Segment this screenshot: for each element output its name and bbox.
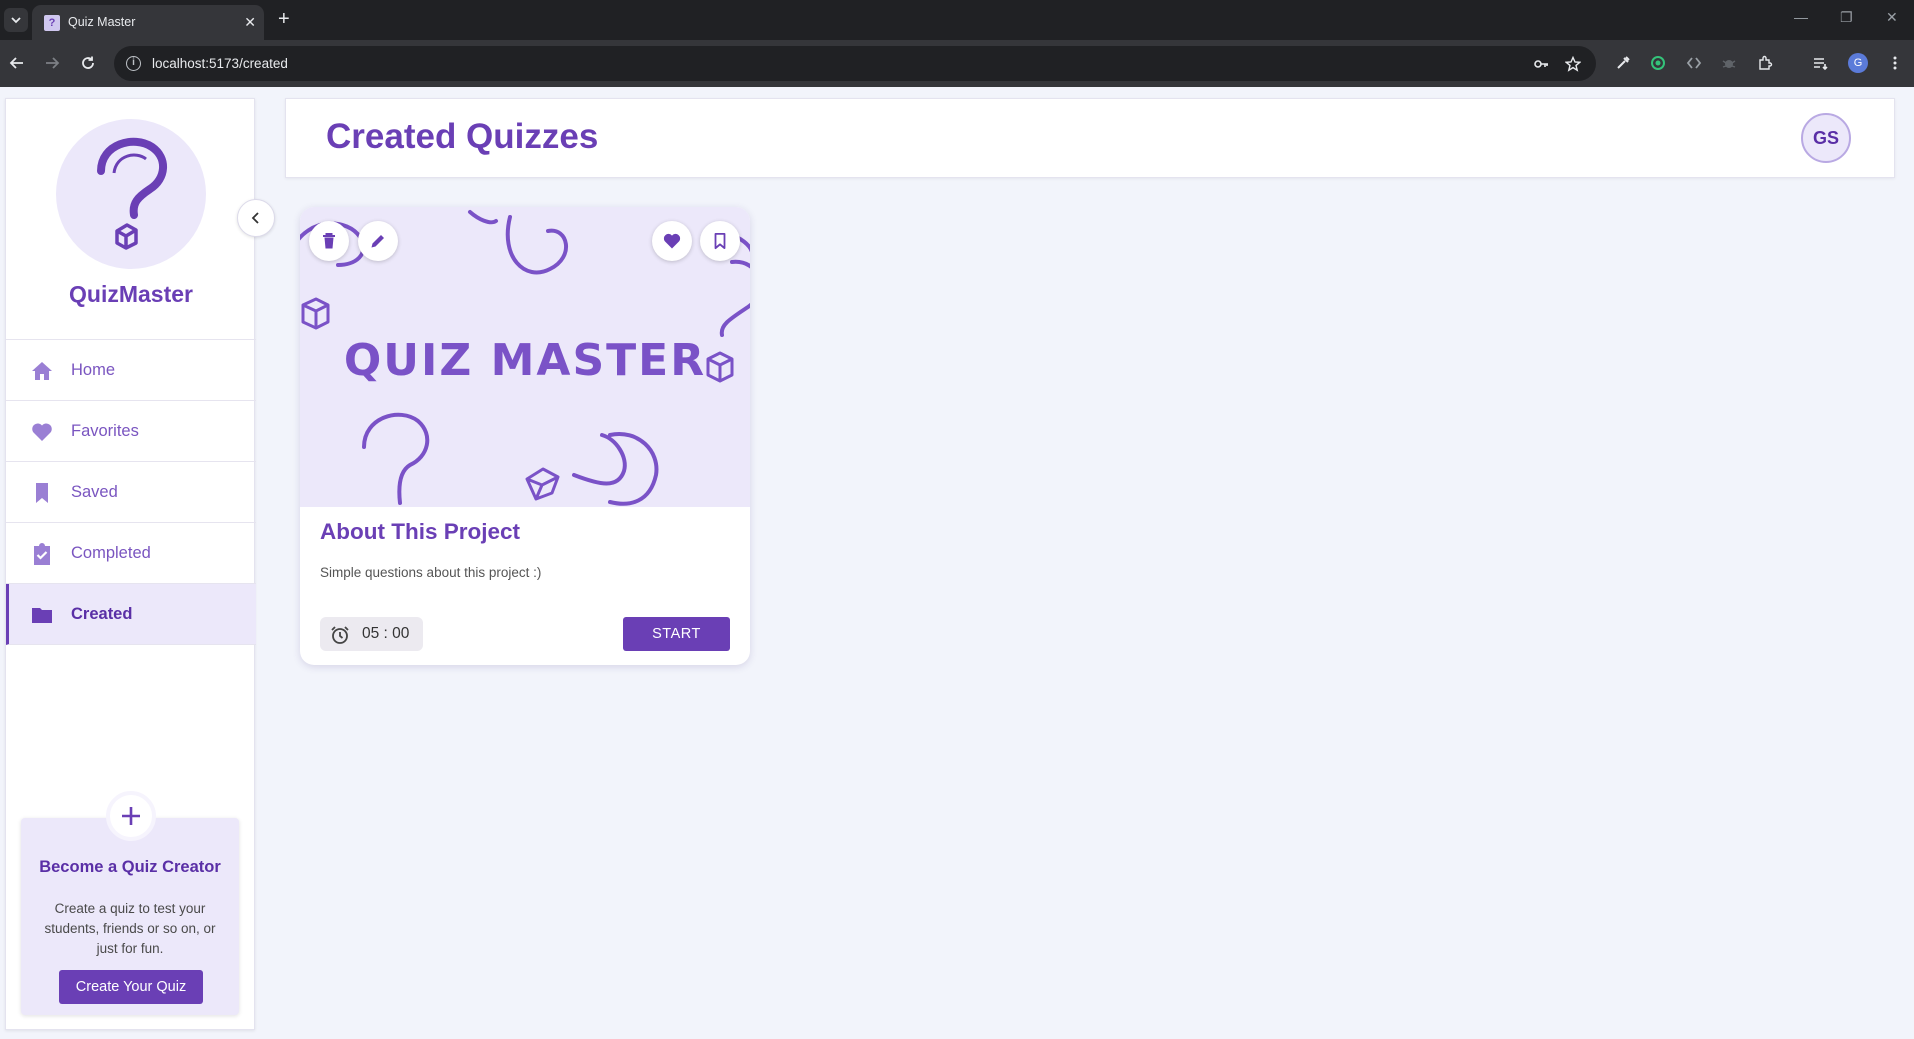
bookmark-outline-icon [714,232,726,250]
forward-button[interactable] [42,53,62,73]
creator-card-title: Become a Quiz Creator [39,858,221,876]
quiz-timer-value: 05 : 00 [362,625,410,642]
password-key-icon[interactable] [1532,55,1550,73]
chevron-left-icon [251,212,259,224]
new-tab-button[interactable]: + [278,8,290,30]
arrow-left-icon [9,57,23,69]
creator-card-description: Create a quiz to test your students, fri… [44,901,216,956]
sidebar-nav: Home Favorites Saved Completed Created [6,339,256,645]
tab-title: Quiz Master [68,15,136,29]
chevron-down-icon [11,17,21,24]
delete-quiz-button[interactable] [309,221,349,261]
green-circle-extension-icon[interactable] [1648,53,1668,73]
arrow-right-icon [46,57,60,69]
reading-list-icon[interactable] [1810,53,1830,73]
quiz-card-banner: QUIZ MASTER [343,335,707,386]
page-title: Created Quizzes [326,117,599,156]
window-close-icon[interactable]: ✕ [1886,9,1898,26]
browser-profile-avatar[interactable]: G [1848,53,1868,73]
url-text[interactable]: localhost:5173/created [152,56,288,71]
sidebar: QuizMaster Home Favorites Saved Complete… [5,98,256,1030]
back-button[interactable] [7,53,27,73]
trash-icon [323,233,335,249]
restore-icon[interactable]: ❐ [1840,9,1853,26]
app-logo[interactable] [56,119,206,269]
alarm-clock-icon [331,626,349,644]
plus-icon [122,807,140,825]
save-quiz-button[interactable] [700,221,740,261]
sidebar-item-label: Favorites [71,422,139,440]
extensions-puzzle-icon[interactable] [1755,53,1775,73]
minimize-icon[interactable]: — [1794,9,1808,25]
become-creator-card: Become a Quiz Creator Create a quiz to t… [21,818,239,1015]
tab-close-icon[interactable]: ✕ [244,14,256,30]
browser-tab-strip: ? Quiz Master ✕ + — ❐ ✕ [0,0,1914,40]
question-mark-logo-icon [97,137,167,250]
create-quiz-button[interactable]: Create Your Quiz [59,970,203,1004]
sidebar-item-home[interactable]: Home [6,340,256,401]
favicon-icon: ? [44,15,60,31]
favorite-quiz-button[interactable] [652,221,692,261]
edit-quiz-button[interactable] [358,221,398,261]
browser-menu-icon[interactable] [1885,53,1905,73]
sidebar-item-label: Saved [71,483,118,501]
sidebar-item-label: Created [71,605,133,623]
tab-search-button[interactable] [4,8,28,32]
eyedropper-extension-icon[interactable] [1613,53,1633,73]
quiz-card-title: About This Project [320,519,521,544]
sidebar-item-favorites[interactable]: Favorites [6,401,256,462]
browser-tab[interactable]: ? Quiz Master ✕ [32,5,264,40]
sidebar-collapse-button[interactable] [237,199,275,237]
sidebar-item-created[interactable]: Created [6,584,256,645]
pencil-icon [371,235,384,248]
start-quiz-button[interactable]: START [623,617,730,651]
quiz-card-description: Simple questions about this project :) [320,565,542,580]
bookmark-icon [36,483,48,503]
user-avatar[interactable]: GS [1801,113,1851,163]
bug-extension-icon[interactable] [1719,53,1739,73]
app-name: QuizMaster [69,281,193,307]
creator-plus-badge [106,791,156,841]
reload-icon [82,56,94,69]
heart-icon [32,423,52,441]
sidebar-item-completed[interactable]: Completed [6,523,256,584]
reload-button[interactable] [78,53,98,73]
heart-icon [663,233,681,249]
sidebar-item-label: Completed [71,544,151,562]
quiz-timer: 05 : 00 [320,617,423,651]
folder-icon [32,608,52,623]
site-info-icon[interactable]: i [126,56,141,71]
sidebar-item-label: Home [71,361,116,379]
page-header: Created Quizzes GS [285,98,1895,178]
address-bar[interactable]: i localhost:5173/created [114,46,1596,81]
quiz-card: QUIZ MASTER About This Project Simple qu… [300,207,750,665]
clipboard-check-icon [34,543,50,565]
home-icon [32,362,52,380]
code-extension-icon[interactable] [1684,53,1704,73]
sidebar-item-saved[interactable]: Saved [6,462,256,523]
bookmark-star-icon[interactable] [1564,55,1582,73]
